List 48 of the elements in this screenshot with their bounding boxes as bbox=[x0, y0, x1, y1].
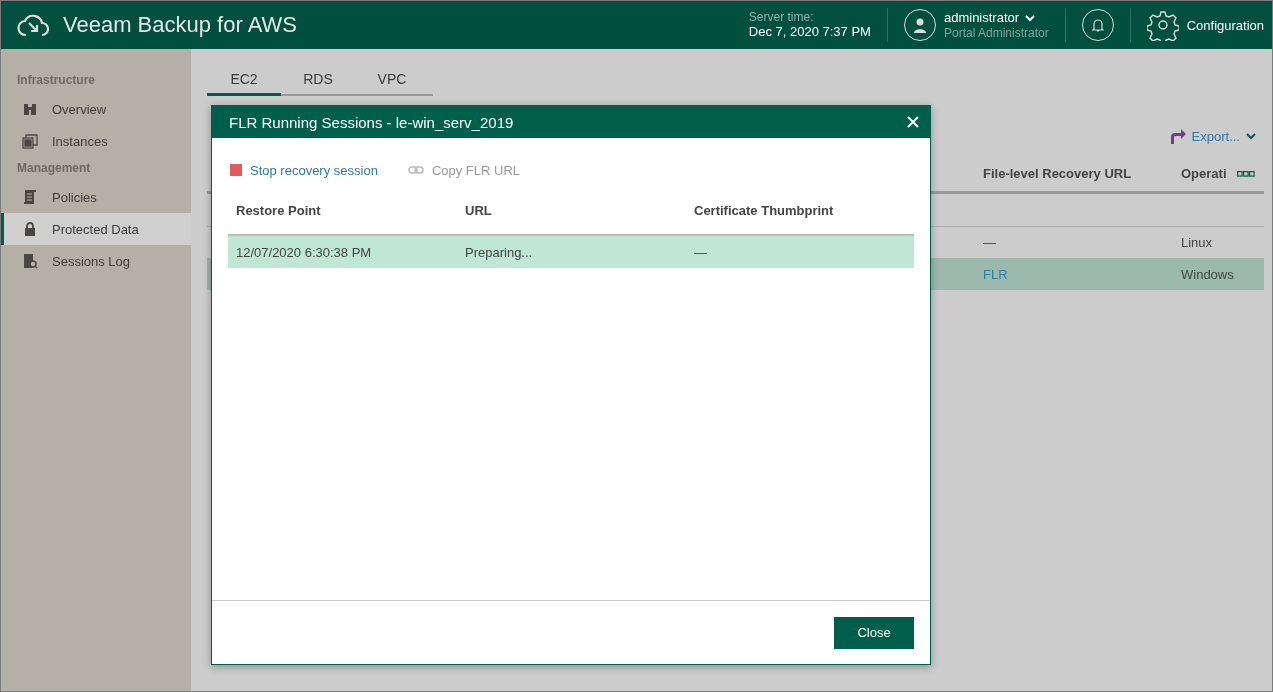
close-icon[interactable] bbox=[906, 115, 920, 129]
sidebar-item-label: Policies bbox=[52, 189, 97, 205]
link-icon bbox=[407, 165, 424, 175]
configuration-button[interactable]: Configuration bbox=[1146, 9, 1272, 41]
column-chooser-icon[interactable] bbox=[1237, 170, 1255, 177]
sidebar-item-label: Protected Data bbox=[52, 221, 139, 237]
sidebar-section-title: Management bbox=[16, 160, 92, 177]
sidebar-item[interactable]: Policies bbox=[1, 181, 191, 213]
dialog-title: FLR Running Sessions - le-win_serv_2019 bbox=[229, 113, 514, 131]
sidebar-item[interactable]: Sessions Log bbox=[1, 245, 191, 277]
tab[interactable]: VPC bbox=[355, 67, 429, 96]
app-title: Veeam Backup for AWS bbox=[63, 12, 297, 38]
sidebar-item[interactable]: Protected Data bbox=[1, 213, 191, 245]
lock-icon bbox=[22, 221, 38, 237]
table-cell-text: Windows bbox=[1181, 266, 1235, 282]
user-role: Portal Administrator bbox=[943, 26, 1049, 40]
server-time: Dec 7, 2020 7:37 PM bbox=[748, 24, 871, 40]
table-cell-text: — bbox=[983, 235, 997, 250]
column-header: Certificate Thumbprint bbox=[694, 202, 835, 218]
stop-icon bbox=[230, 164, 242, 176]
toolbar-action[interactable]: Stop recovery session bbox=[230, 162, 378, 178]
sidebar-item[interactable]: Overview bbox=[1, 93, 191, 125]
column-header: File-level Recovery URL bbox=[983, 166, 1133, 181]
stacked-windows-icon bbox=[22, 133, 38, 149]
user-menu[interactable]: administrator Portal Administrator bbox=[903, 9, 1049, 41]
user-name: administrator bbox=[943, 10, 1020, 26]
log-search-icon bbox=[22, 253, 38, 269]
chevron-down-icon bbox=[1025, 14, 1036, 22]
chevron-down-icon bbox=[1246, 132, 1256, 140]
table-cell-text: 12/07/2020 6:30:38 PM bbox=[236, 244, 373, 260]
table-cell-text: — bbox=[694, 244, 708, 260]
table-cell-text: Linux bbox=[1181, 235, 1214, 250]
tab[interactable]: RDS bbox=[281, 67, 355, 96]
document-icon bbox=[22, 189, 38, 205]
close-button[interactable]: Close bbox=[834, 616, 914, 649]
table-cell-text: Preparing... bbox=[465, 244, 534, 260]
sidebar-section-title: Infrastructure bbox=[16, 72, 97, 89]
tab[interactable]: EC2 bbox=[207, 67, 281, 96]
table-row[interactable]: 12/07/2020 6:30:38 PM Preparing... — bbox=[228, 236, 914, 268]
server-time-label: Server time: bbox=[748, 10, 815, 24]
sidebar-item-label: Overview bbox=[52, 101, 107, 117]
column-header: Operati bbox=[1181, 166, 1228, 181]
column-header: URL bbox=[465, 202, 493, 218]
sidebar-item[interactable]: Instances bbox=[1, 125, 191, 157]
gear-icon bbox=[1146, 9, 1179, 41]
sidebar-item-label: Instances bbox=[52, 133, 108, 149]
sidebar-item-label: Sessions Log bbox=[52, 253, 131, 269]
column-header: Restore Point bbox=[236, 202, 322, 218]
